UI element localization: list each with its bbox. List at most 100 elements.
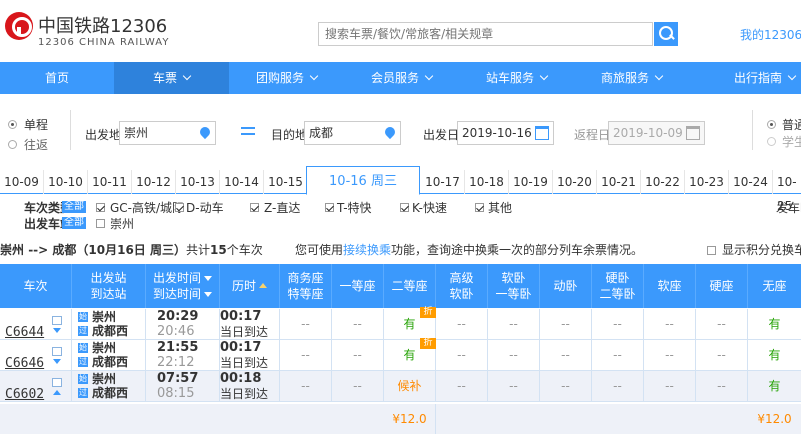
date-tab[interactable]: 10-17 (421, 170, 465, 194)
no-seat-cell[interactable]: 有 (748, 309, 801, 340)
location-pin-icon[interactable] (197, 124, 213, 140)
col-duration[interactable]: 历时 (220, 264, 280, 308)
type-all-button[interactable]: 全部 (62, 201, 86, 213)
railway-logo-icon[interactable] (5, 12, 33, 40)
pass-station-icon: 过 (78, 326, 88, 336)
col-times[interactable]: 出发时间 到达时间 (146, 264, 220, 308)
my-12306-link[interactable]: 我的12306 (740, 26, 801, 43)
oneway-radio[interactable] (8, 120, 17, 129)
date-tab[interactable]: 10-09 (0, 170, 44, 194)
nav-tickets[interactable]: 车票 (114, 62, 229, 94)
seat-cell: -- (332, 371, 384, 402)
nav-home[interactable]: 首页 (0, 62, 114, 94)
search-input[interactable] (318, 22, 653, 46)
depart-date-field[interactable]: 2019-10-16 (457, 121, 554, 145)
second-class-cell[interactable]: 候补 (384, 371, 436, 402)
ticket-student-radio[interactable] (767, 137, 776, 146)
price-row: ¥12.0 ¥12.0 (0, 404, 801, 434)
location-pin-icon[interactable] (382, 124, 398, 140)
availability: 有 (768, 317, 781, 331)
duration-cell: 00:18 当日到达 (220, 371, 280, 402)
swap-icon[interactable] (241, 125, 255, 137)
type-z-checkbox[interactable] (250, 203, 259, 212)
date-tab[interactable]: 10-20 (553, 170, 597, 194)
calendar-icon[interactable] (686, 126, 700, 140)
search-icon[interactable] (654, 22, 678, 46)
to-station[interactable]: 成都西 (92, 324, 128, 338)
date-tab[interactable]: 10-23 (685, 170, 729, 194)
table-row[interactable]: C6602 始 过 崇州 成都西 07:57 08:15 00:18 当日到达 … (0, 371, 801, 402)
no-seat-cell[interactable]: 有 (748, 371, 801, 402)
to-station[interactable]: 成都西 (92, 386, 128, 400)
expand-icon[interactable] (53, 328, 61, 333)
table-row[interactable]: C6644 始 过 崇州 成都西 20:29 20:46 00:17 当日到达 … (0, 307, 801, 340)
table-row[interactable]: C6646 始 过 崇州 成都西 21:55 22:12 00:17 当日到达 … (0, 338, 801, 371)
nav-label: 首页 (44, 71, 69, 85)
transfer-link[interactable]: 接续换乘 (343, 243, 391, 257)
return-date-field[interactable]: 2019-10-09 (608, 121, 705, 145)
date-tab[interactable]: 10-24 (729, 170, 773, 194)
sort-down-icon[interactable] (204, 292, 212, 297)
type-d-label: D-动车 (186, 201, 224, 215)
collapse-icon[interactable] (53, 390, 61, 395)
nav-group[interactable]: 团购服务 (229, 62, 344, 94)
calendar-icon[interactable] (535, 126, 549, 140)
points-label: 显示积分兑换车次 (722, 243, 801, 257)
nav-guide[interactable]: 出行指南 (689, 62, 801, 94)
from-value: 崇州 (124, 126, 149, 140)
duration-cell: 00:17 当日到达 (220, 309, 280, 340)
seat-cell: -- (644, 340, 696, 371)
train-info-icon[interactable] (52, 316, 62, 325)
points-checkbox[interactable] (707, 246, 716, 255)
date-tab[interactable]: 10-21 (597, 170, 641, 194)
date-tab[interactable]: 10-25 (773, 170, 801, 213)
ticket-normal-radio[interactable] (767, 120, 776, 129)
expand-icon[interactable] (53, 359, 61, 364)
hint-text: 功能，查询途中换乘一次的部分列车余票情况。 (391, 243, 644, 257)
type-other-checkbox[interactable] (475, 203, 484, 212)
nav-label: 会员服务 (370, 71, 419, 85)
nav-member[interactable]: 会员服务 (344, 62, 459, 94)
seat-cell: -- (280, 340, 332, 371)
train-cell: C6602 (0, 371, 72, 402)
depart-time: 20:29 (157, 309, 199, 324)
roundtrip-radio[interactable] (8, 140, 17, 149)
nav-business[interactable]: 商旅服务 (574, 62, 689, 94)
header-label: 历时 (231, 279, 256, 293)
train-info-icon[interactable] (52, 378, 62, 387)
train-info-icon[interactable] (52, 347, 62, 356)
type-gc-checkbox[interactable] (96, 203, 105, 212)
from-field[interactable]: 崇州 (119, 121, 216, 145)
to-station[interactable]: 成都西 (92, 355, 128, 369)
nav-station[interactable]: 站车服务 (459, 62, 574, 94)
date-tab[interactable]: 10-11 (88, 170, 132, 194)
seat-cell: -- (488, 340, 540, 371)
no-seat-cell[interactable]: 有 (748, 340, 801, 371)
date-tab[interactable]: 10-12 (132, 170, 176, 194)
logo-title[interactable]: 中国铁路12306 (38, 12, 167, 38)
date-tab[interactable]: 10-13 (176, 170, 220, 194)
type-k-checkbox[interactable] (400, 203, 409, 212)
second-class-cell[interactable]: 有折 (384, 338, 436, 371)
date-tab[interactable]: 10-22 (641, 170, 685, 194)
date-tab[interactable]: 10-14 (220, 170, 264, 194)
sort-up-icon[interactable] (259, 283, 267, 288)
second-class-cell[interactable]: 有折 (384, 307, 436, 340)
col-train: 车次 (0, 264, 72, 308)
station-all-button[interactable]: 全部 (62, 217, 86, 229)
station-checkbox[interactable] (96, 219, 105, 228)
seat-cell: -- (488, 309, 540, 340)
from-station[interactable]: 崇州 (92, 372, 116, 386)
date-tab[interactable]: 10-19 (509, 170, 553, 194)
date-tab[interactable]: 10-15 (264, 170, 308, 194)
from-station[interactable]: 崇州 (92, 341, 116, 355)
sort-down-icon[interactable] (204, 276, 212, 281)
type-t-checkbox[interactable] (325, 203, 334, 212)
date-tab-active[interactable]: 10-16 周三 (306, 166, 420, 195)
type-d-checkbox[interactable] (175, 203, 184, 212)
date-tab[interactable]: 10-10 (44, 170, 88, 194)
to-field[interactable]: 成都 (304, 121, 401, 145)
arrive-time: 08:15 (157, 386, 195, 401)
from-station[interactable]: 崇州 (92, 310, 116, 324)
date-tab[interactable]: 10-18 (465, 170, 509, 194)
